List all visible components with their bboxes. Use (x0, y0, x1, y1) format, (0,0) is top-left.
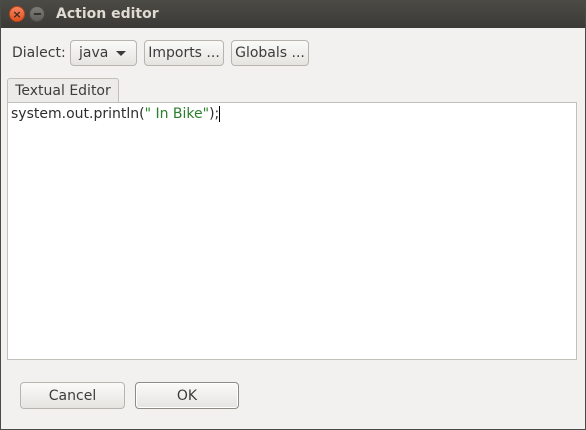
imports-button[interactable]: Imports ... (144, 40, 224, 66)
minimize-window-button[interactable] (29, 6, 45, 22)
text-caret (219, 106, 221, 122)
dialect-label: Dialect: (12, 45, 66, 61)
window-title: Action editor (56, 6, 159, 22)
dialect-value: java (79, 45, 109, 61)
tab-textual-editor[interactable]: Textual Editor (7, 78, 119, 103)
code-text: system.out.println( (11, 106, 145, 122)
close-icon: × (12, 7, 22, 21)
chevron-down-icon (116, 51, 126, 56)
minimize-icon (33, 13, 41, 15)
code-text-end: ); (209, 106, 220, 122)
code-editor[interactable]: system.out.println(" In Bike"); (7, 102, 577, 360)
code-line: system.out.println(" In Bike"); (11, 106, 573, 122)
globals-button[interactable]: Globals ... (231, 40, 309, 66)
ok-button[interactable]: OK (135, 382, 239, 409)
dialect-dropdown[interactable]: java (70, 40, 137, 66)
code-string-literal: " In Bike" (144, 106, 210, 122)
title-bar: × Action editor (1, 1, 585, 28)
action-editor-window: × Action editor Dialect: java Imports ..… (0, 0, 586, 430)
close-window-button[interactable]: × (9, 6, 25, 22)
cancel-button[interactable]: Cancel (20, 382, 125, 409)
